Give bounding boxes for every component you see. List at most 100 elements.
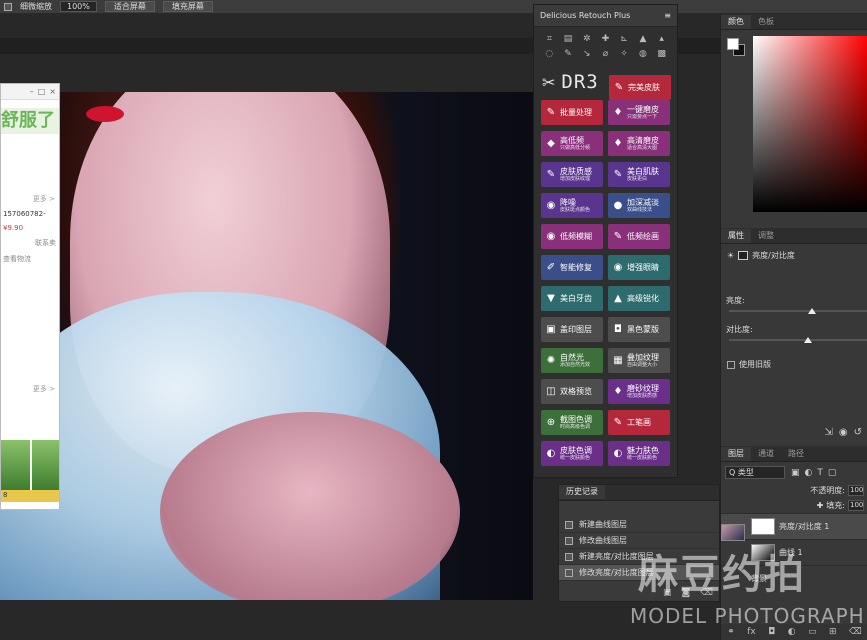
- mask-tool-icon[interactable]: ◍: [634, 48, 653, 60]
- tab-history[interactable]: 历史记录: [559, 485, 605, 499]
- plugin-button[interactable]: ▣ 盖印图层: [541, 317, 603, 342]
- adjustment-add-icon[interactable]: ◐: [788, 627, 796, 637]
- gradient-tool-icon[interactable]: ▤: [559, 33, 578, 45]
- plugin-button[interactable]: ◉ 增强眼睛: [608, 255, 670, 280]
- lock-icon[interactable]: ✚: [817, 501, 824, 510]
- new-layer-icon[interactable]: ⊞: [829, 627, 837, 637]
- heal-tool-icon[interactable]: ✚: [596, 33, 615, 45]
- plugin-button[interactable]: ✎ 工笔画: [608, 410, 670, 435]
- trash-icon[interactable]: ⌫: [849, 627, 862, 637]
- plugin-button[interactable]: ◉ 低频模糊: [541, 224, 603, 249]
- more-link-1[interactable]: 更多 >: [1, 194, 59, 204]
- history-item[interactable]: 修改曲线图层: [559, 533, 719, 549]
- camera-icon[interactable]: ◙: [682, 588, 691, 598]
- layer-thumbnail[interactable]: [721, 524, 745, 541]
- plugin-button[interactable]: ♦ 磨砂纹理 增加皮肤质感: [608, 379, 670, 404]
- zoom-value-field[interactable]: 100%: [60, 1, 97, 12]
- layer-thumbnail[interactable]: [751, 518, 775, 535]
- opacity-field[interactable]: 100: [848, 485, 864, 496]
- plugin-button[interactable]: ✎ 美白肌肤 皮肤更白: [608, 162, 670, 187]
- image-filter-icon[interactable]: ▣: [791, 468, 800, 478]
- tab-layers[interactable]: 图层: [721, 447, 751, 461]
- crop-tool-icon[interactable]: ⌗: [540, 33, 559, 45]
- history-item[interactable]: 新建亮度/对比度图层: [559, 549, 719, 565]
- arrow-tool-icon[interactable]: ↘: [577, 48, 596, 60]
- scrubby-zoom-checkbox[interactable]: [4, 2, 12, 11]
- tab-channels[interactable]: 通道: [751, 447, 781, 461]
- floating-browser-window[interactable]: – □ × 舒服了 更多 > 157060782- ¥9.90 联系卖 查看物流…: [0, 83, 60, 510]
- maximize-icon[interactable]: □: [38, 87, 46, 96]
- reset-icon[interactable]: ↺: [854, 427, 862, 438]
- texture-tool-icon[interactable]: ▩: [652, 48, 671, 60]
- plugin-button[interactable]: ✎ 批量处理: [541, 100, 603, 125]
- close-icon[interactable]: ×: [49, 87, 56, 96]
- product-thumbnail[interactable]: [32, 440, 59, 490]
- brush-tool-icon[interactable]: ✎: [559, 48, 578, 60]
- gear-icon[interactable]: ✲: [577, 33, 596, 45]
- color-picker-field[interactable]: [753, 36, 867, 212]
- foreground-color-swatch[interactable]: [727, 38, 739, 50]
- mask-add-icon[interactable]: ◘: [768, 627, 775, 637]
- adjustment-filter-icon[interactable]: ◐: [805, 468, 813, 478]
- ruler-tool-icon[interactable]: ⊾: [615, 33, 634, 45]
- plugin-button[interactable]: ✎ 完美皮肤: [609, 75, 671, 100]
- view-logistics-link[interactable]: 查看物流: [1, 254, 59, 264]
- layer-row[interactable]: 曲线 1: [721, 539, 867, 565]
- history-item[interactable]: 修改亮度/对比度图层: [559, 565, 719, 581]
- clip-to-layer-icon[interactable]: ⇲: [824, 427, 832, 438]
- type-filter-icon[interactable]: T: [817, 468, 823, 478]
- product-thumbnail[interactable]: [1, 440, 30, 490]
- plugin-button[interactable]: ◐ 皮肤色调 统一皮肤颜色: [541, 441, 603, 466]
- fill-field[interactable]: 100: [848, 500, 864, 511]
- shape-filter-icon[interactable]: ▢: [828, 468, 837, 478]
- fit-screen-button[interactable]: 适合屏幕: [104, 1, 155, 12]
- fill-screen-button[interactable]: 填充屏幕: [162, 1, 213, 12]
- plugin-button[interactable]: ◉ 降噪 皮肤斑点颜色: [541, 193, 603, 218]
- brightness-slider-thumb[interactable]: [808, 308, 817, 314]
- document-image[interactable]: [0, 92, 533, 600]
- plugin-button[interactable]: ◐ 魅力肤色 统一皮肤颜色: [608, 441, 670, 466]
- brightness-slider[interactable]: [729, 308, 867, 314]
- minimize-icon[interactable]: –: [30, 87, 34, 96]
- tab-adjustments[interactable]: 调整: [751, 229, 781, 243]
- plugin-button[interactable]: ✎ 皮肤质感 增加皮肤纹理: [541, 162, 603, 187]
- tab-color[interactable]: 颜色: [721, 15, 751, 29]
- mask-icon[interactable]: [738, 251, 749, 260]
- trash-icon[interactable]: ⌫: [700, 588, 713, 598]
- eye-icon[interactable]: ◉: [839, 427, 848, 438]
- plugin-button[interactable]: ✐ 智能修复: [541, 255, 603, 280]
- tab-paths[interactable]: 路径: [781, 447, 811, 461]
- plugin-button[interactable]: ◆ 高低频 只做高低分频: [541, 131, 603, 156]
- use-legacy-checkbox[interactable]: [727, 360, 735, 369]
- plugin-button[interactable]: ▲ 高级锐化: [608, 286, 670, 311]
- fx-icon[interactable]: fx: [747, 627, 756, 637]
- plugin-button[interactable]: ✺ 自然光 添加自然光效: [541, 348, 603, 373]
- new-document-from-state-icon[interactable]: ▣: [663, 588, 672, 598]
- plugin-button[interactable]: ▦ 叠加纹理 自由调整大小: [608, 348, 670, 373]
- layer-thumbnail[interactable]: [751, 544, 775, 561]
- magic-wand-icon[interactable]: ✧: [615, 48, 634, 60]
- plugin-button[interactable]: ♦ 一键磨皮 只需要点一下: [608, 100, 670, 125]
- history-item[interactable]: 新建曲线图层: [559, 517, 719, 533]
- plugin-button[interactable]: ▼ 美白牙齿: [541, 286, 603, 311]
- plugin-button[interactable]: ◫ 双格预览: [541, 379, 603, 404]
- lasso-icon[interactable]: ◌: [540, 48, 559, 60]
- contrast-slider-thumb[interactable]: [804, 337, 813, 343]
- plugin-button[interactable]: ◘ 黑色蒙版: [608, 317, 670, 342]
- plugin-button[interactable]: ✎ 低频绘画: [608, 224, 670, 249]
- contrast-slider[interactable]: [729, 337, 867, 343]
- contact-seller-link[interactable]: 联系卖: [1, 238, 59, 248]
- layer-row[interactable]: 背景: [721, 524, 867, 591]
- panel-menu-icon[interactable]: ≡: [664, 11, 671, 20]
- layer-name[interactable]: 背景: [751, 573, 767, 584]
- link-icon[interactable]: ⚭: [727, 627, 735, 637]
- more-link-2[interactable]: 更多 >: [1, 384, 59, 394]
- plugin-button[interactable]: ● 加深减淡 双曲线技法: [608, 193, 670, 218]
- tab-swatches[interactable]: 色板: [751, 15, 781, 29]
- layer-name[interactable]: 亮度/对比度 1: [779, 521, 829, 532]
- dropper-icon[interactable]: ⌀: [596, 48, 615, 60]
- plugin-button[interactable]: ⊕ 截图色调 时尚高级色调: [541, 410, 603, 435]
- layer-name[interactable]: 曲线 1: [779, 547, 803, 558]
- tab-properties[interactable]: 属性: [721, 229, 751, 243]
- plugin-button[interactable]: ♦ 高清磨皮 适合高清大图: [608, 131, 670, 156]
